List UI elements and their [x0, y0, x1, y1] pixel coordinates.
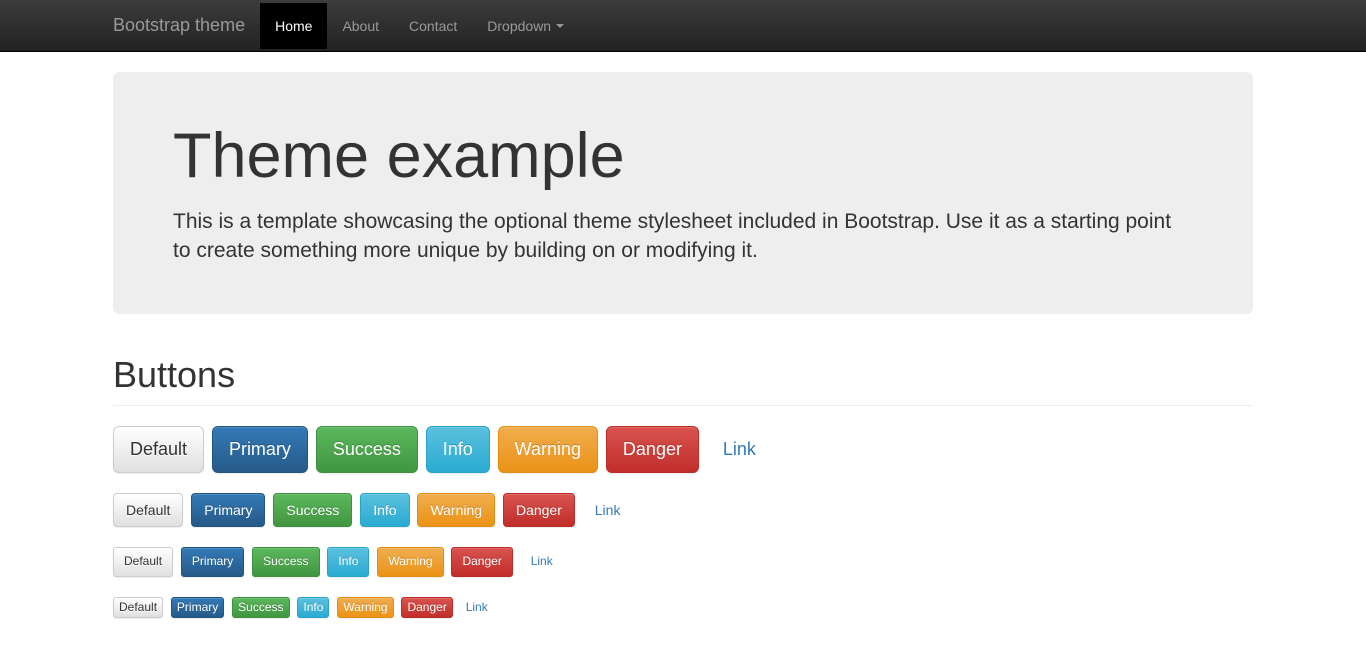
- section-heading: Buttons: [113, 354, 1253, 396]
- primary-button[interactable]: Primary: [171, 597, 224, 618]
- default-button[interactable]: Default: [113, 597, 163, 618]
- danger-button[interactable]: Danger: [401, 597, 452, 618]
- nav-item-home[interactable]: Home: [260, 3, 327, 49]
- button-row-md: Default Primary Success Info Warning Dan…: [113, 493, 1253, 527]
- warning-button[interactable]: Warning: [498, 426, 598, 474]
- success-button[interactable]: Success: [316, 426, 418, 474]
- button-row-xs: Default Primary Success Info Warning Dan…: [113, 597, 1253, 618]
- warning-button[interactable]: Warning: [377, 547, 443, 576]
- info-button[interactable]: Info: [297, 597, 329, 618]
- page-header-buttons: Buttons: [113, 354, 1253, 406]
- default-button[interactable]: Default: [113, 426, 204, 474]
- jumbotron-title: Theme example: [173, 120, 1193, 192]
- primary-button[interactable]: Primary: [181, 547, 244, 576]
- nav-item-contact[interactable]: Contact: [394, 3, 472, 49]
- jumbotron-text: This is a template showcasing the option…: [173, 207, 1193, 266]
- warning-button[interactable]: Warning: [337, 597, 393, 618]
- navbar: Bootstrap theme Home About Contact Dropd…: [0, 0, 1366, 52]
- jumbotron: Theme example This is a template showcas…: [113, 72, 1253, 314]
- link-button[interactable]: Link: [583, 494, 633, 526]
- success-button[interactable]: Success: [232, 597, 289, 618]
- nav-item-label: Dropdown: [487, 18, 551, 34]
- primary-button[interactable]: Primary: [212, 426, 308, 474]
- info-button[interactable]: Info: [327, 547, 369, 576]
- button-row-lg: Default Primary Success Info Warning Dan…: [113, 426, 1253, 474]
- danger-button[interactable]: Danger: [606, 426, 699, 474]
- primary-button[interactable]: Primary: [191, 493, 265, 527]
- default-button[interactable]: Default: [113, 547, 173, 576]
- link-button[interactable]: Link: [521, 548, 563, 575]
- info-button[interactable]: Info: [360, 493, 409, 527]
- danger-button[interactable]: Danger: [451, 547, 512, 576]
- button-row-sm: Default Primary Success Info Warning Dan…: [113, 547, 1253, 576]
- info-button[interactable]: Info: [426, 426, 490, 474]
- navbar-brand[interactable]: Bootstrap theme: [98, 0, 260, 51]
- warning-button[interactable]: Warning: [417, 493, 495, 527]
- danger-button[interactable]: Danger: [503, 493, 575, 527]
- link-button[interactable]: Link: [461, 598, 493, 617]
- nav-item-dropdown[interactable]: Dropdown: [472, 3, 579, 49]
- link-button[interactable]: Link: [707, 427, 772, 473]
- default-button[interactable]: Default: [113, 493, 183, 527]
- chevron-down-icon: [556, 24, 564, 28]
- nav-item-about[interactable]: About: [327, 3, 394, 49]
- success-button[interactable]: Success: [252, 547, 319, 576]
- success-button[interactable]: Success: [273, 493, 352, 527]
